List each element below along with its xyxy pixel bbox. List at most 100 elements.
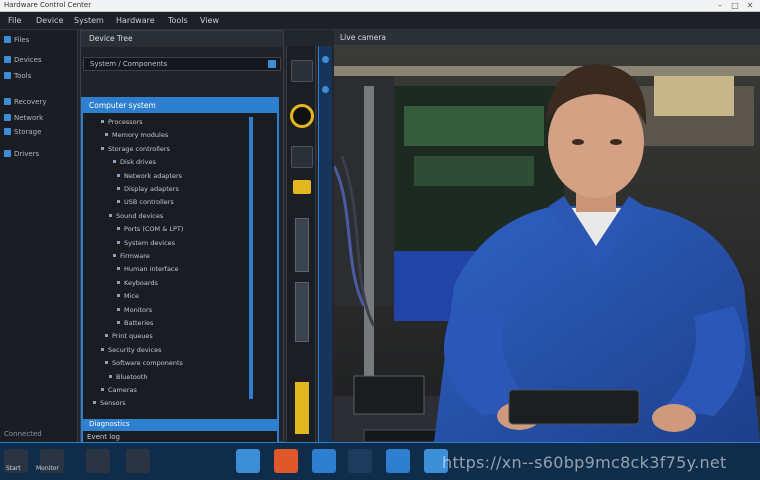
path-text: System / Components: [90, 60, 168, 68]
minimize-button[interactable]: –: [715, 1, 725, 10]
tree-bullet-icon: [117, 187, 120, 190]
tree-item[interactable]: Sound devices: [109, 211, 163, 221]
tree-footer-item[interactable]: Event log: [87, 433, 120, 441]
tree-item[interactable]: Bluetooth: [109, 372, 148, 382]
tree-bullet-icon: [101, 120, 104, 123]
tree-item[interactable]: Batteries: [117, 318, 153, 328]
chart-icon[interactable]: [348, 449, 372, 473]
explorer-title: Device Tree: [89, 34, 133, 43]
gear-icon: [4, 72, 11, 79]
tree-bullet-icon: [109, 213, 112, 217]
tree-item[interactable]: Storage controllers: [101, 144, 170, 154]
tree-item[interactable]: Software components: [105, 358, 183, 368]
record-icon[interactable]: [291, 60, 313, 82]
media-icon[interactable]: [274, 449, 298, 473]
tree-item[interactable]: Keyboards: [117, 278, 158, 288]
logs-icon[interactable]: [126, 449, 150, 473]
tree-item-label: Processors: [108, 118, 143, 126]
shield-icon: [4, 98, 11, 105]
tree-item[interactable]: System devices: [117, 238, 175, 248]
sidebar-item-devices[interactable]: Devices: [4, 54, 42, 66]
tree-item[interactable]: Display adapters: [117, 184, 179, 194]
camera-icon[interactable]: [291, 146, 313, 168]
tree-item[interactable]: Firmware: [113, 251, 150, 261]
tree-item[interactable]: Mice: [117, 291, 139, 301]
tree-item[interactable]: Security devices: [101, 345, 162, 355]
menu-file[interactable]: File: [8, 15, 21, 27]
maximize-button[interactable]: □: [730, 1, 740, 10]
files-icon[interactable]: [86, 449, 110, 473]
menu-hardware[interactable]: Hardware: [116, 15, 155, 27]
disk-icon: [4, 128, 11, 135]
sidebar-item-files[interactable]: Files: [4, 34, 29, 46]
menu-device[interactable]: Device: [36, 15, 63, 27]
tree-item[interactable]: Sensors: [93, 398, 126, 408]
tree-bullet-icon: [105, 334, 108, 338]
sidebar-item-label: Files: [14, 36, 30, 44]
lens-icon[interactable]: [290, 104, 314, 128]
tree-item-label: Print queues: [112, 332, 153, 341]
tree-bullet-icon: [117, 267, 120, 271]
settings-icon[interactable]: [386, 449, 410, 473]
app-window: Hardware Control Center – □ ✕ File Devic…: [0, 0, 760, 480]
tree-footer-selected[interactable]: Diagnostics: [81, 419, 277, 431]
tree-item[interactable]: Print queues: [105, 331, 153, 341]
tree-bullet-icon: [117, 240, 120, 244]
sidebar-item-storage[interactable]: Storage: [4, 126, 41, 138]
tree-item-label: Keyboards: [124, 278, 158, 287]
status-dot-icon: [322, 56, 329, 63]
tree-item[interactable]: Network adapters: [117, 171, 182, 181]
tree-item-label: Sound devices: [116, 211, 164, 220]
power-meter: [295, 382, 309, 434]
technician-photo: [334, 46, 760, 442]
tree-item-label: System devices: [124, 238, 176, 247]
device-tree: Computer system Processors Memory modules…: [81, 97, 279, 453]
zoom-slider[interactable]: [295, 282, 309, 342]
tree-item[interactable]: Ports (COM & LPT): [117, 224, 183, 234]
tree-bullet-icon: [117, 173, 120, 177]
sidebar-item-recovery[interactable]: Recovery: [4, 96, 46, 108]
sidebar-item-label: Recovery: [14, 98, 47, 106]
tree-item[interactable]: Processors: [101, 117, 143, 127]
tree-item[interactable]: Disk drives: [113, 157, 156, 167]
app-icon[interactable]: [236, 449, 260, 473]
taskbar-label: Monitor: [36, 465, 59, 472]
warning-icon[interactable]: [293, 180, 311, 194]
tree-item-label: Sensors: [100, 399, 126, 408]
level-slider[interactable]: [295, 218, 309, 272]
tree-item-label: Memory modules: [112, 131, 169, 140]
close-button[interactable]: ✕: [745, 1, 755, 10]
menu-tools[interactable]: Tools: [168, 15, 188, 27]
tool-strip: [286, 46, 316, 442]
path-field[interactable]: System / Components: [83, 57, 281, 71]
tree-item[interactable]: Memory modules: [105, 130, 168, 140]
sidebar-item-drivers[interactable]: Drivers: [4, 148, 39, 160]
tree-bullet-icon: [117, 280, 120, 284]
tree-item[interactable]: Monitors: [117, 305, 152, 315]
tree-item[interactable]: Cameras: [101, 385, 137, 395]
tree-item-label: Human interface: [124, 265, 179, 274]
menu-view[interactable]: View: [200, 15, 219, 27]
window-icon[interactable]: [312, 449, 336, 473]
tree-scrollbar[interactable]: [249, 117, 253, 399]
tree-bullet-icon: [101, 146, 104, 150]
tree-item[interactable]: USB controllers: [117, 197, 174, 207]
title-bar: Hardware Control Center – □ ✕: [0, 0, 760, 12]
navigate-icon[interactable]: [268, 60, 276, 68]
tree-bullet-icon: [101, 347, 104, 351]
connection-status: Connected: [4, 430, 42, 438]
menu-system[interactable]: System: [74, 15, 104, 27]
tree-bullet-icon: [101, 388, 104, 391]
taskbar-label: Start: [6, 465, 21, 472]
tree-item[interactable]: Human interface: [117, 264, 179, 274]
side-rail: [318, 46, 332, 442]
sidebar-item-label: Network: [14, 114, 44, 122]
camera-title: Live camera: [340, 33, 387, 42]
sidebar-item-label: Devices: [14, 56, 42, 64]
tree-item-label: Ports (COM & LPT): [124, 225, 184, 234]
sidebar-item-tools[interactable]: Tools: [4, 70, 31, 82]
camera-header: Live camera: [334, 30, 760, 46]
sidebar-item-network[interactable]: Network: [4, 112, 43, 124]
footer-label: Diagnostics: [89, 420, 130, 428]
tree-selected-row[interactable]: Computer system: [83, 99, 277, 113]
